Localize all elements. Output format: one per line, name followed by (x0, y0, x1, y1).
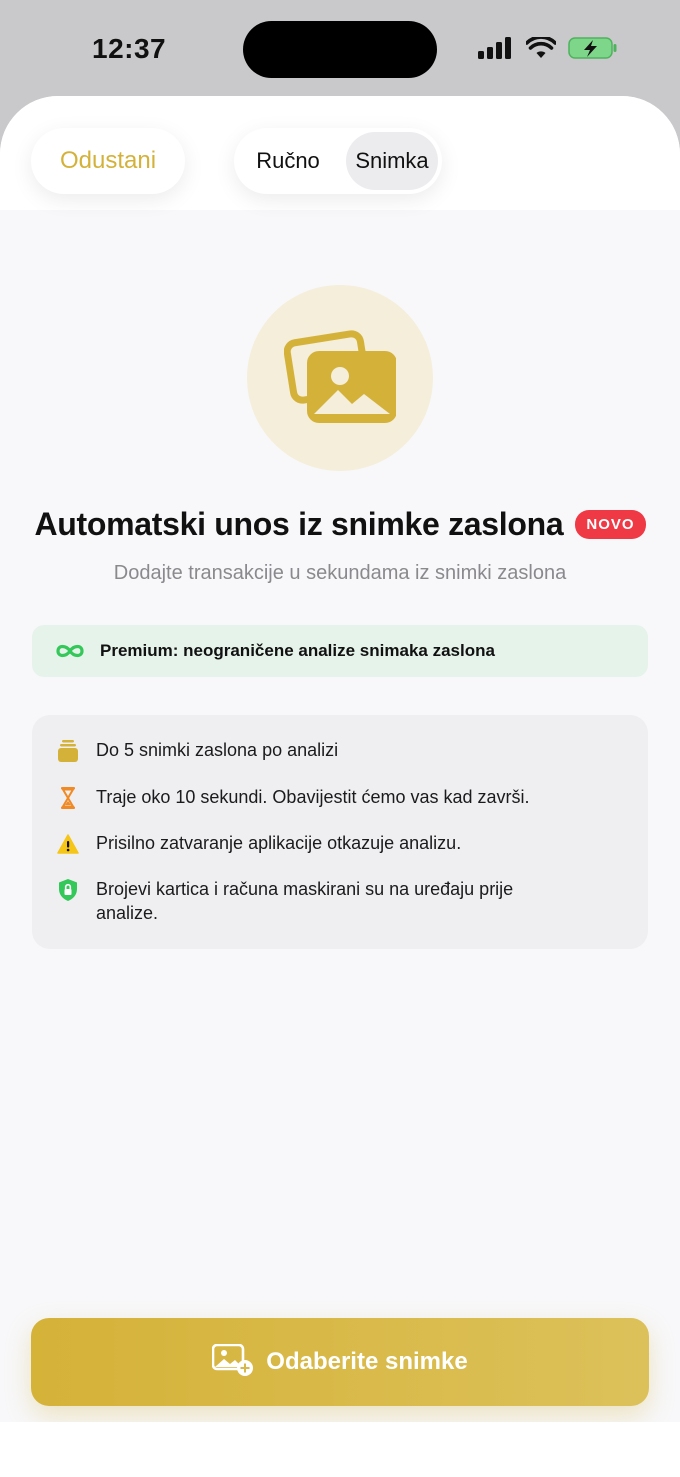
cellular-signal-icon (478, 37, 514, 64)
sheet-header: Odustani Ručno Snimka (0, 96, 680, 210)
info-text: Do 5 snimki zaslona po analizi (96, 740, 339, 760)
bottom-safe-area (0, 1422, 680, 1477)
info-text: Brojevi kartica i računa maskirani su na… (96, 879, 514, 923)
screenshot-import-sheet: Odustani Ručno Snimka Automatski unos iz… (0, 96, 680, 1477)
info-item-warning: Prisilno zatvaranje aplikacije otkazuje … (56, 831, 536, 856)
premium-banner: Premium: neograničene analize snimaka za… (32, 625, 648, 677)
select-screenshots-label: Odaberite snimke (266, 1348, 468, 1375)
warning-icon (56, 832, 80, 856)
info-item-limit: Do 5 snimki zaslona po analizi (56, 738, 536, 763)
premium-text: Premium: neograničene analize snimaka za… (100, 641, 495, 660)
status-icons (478, 35, 618, 65)
info-text: Traje oko 10 sekundi. Obavijestit ćemo v… (96, 787, 530, 807)
dynamic-island (243, 21, 437, 78)
add-photo-icon (211, 1343, 254, 1381)
info-text: Prisilno zatvaranje aplikacije otkazuje … (96, 833, 462, 853)
page-title: Automatski unos iz snimke zaslona (34, 506, 564, 542)
new-badge: NOVO (575, 510, 646, 539)
stack-icon (56, 739, 80, 763)
infinity-icon (54, 642, 86, 660)
info-item-privacy: Brojevi kartica i računa maskirani su na… (56, 877, 536, 925)
mode-segmented-control: Ručno Snimka (234, 128, 442, 194)
segment-manual[interactable]: Ručno (242, 132, 334, 190)
segment-screenshot[interactable]: Snimka (346, 132, 438, 190)
select-screenshots-button[interactable]: Odaberite snimke (31, 1318, 649, 1406)
wifi-icon (525, 35, 557, 64)
hourglass-icon (56, 786, 80, 810)
hero-icon-circle (247, 285, 433, 471)
cancel-button[interactable]: Odustani (31, 128, 185, 194)
page-subtitle: Dodajte transakcije u sekundama iz snimk… (113, 562, 567, 584)
photos-icon (283, 328, 397, 429)
shield-lock-icon (56, 878, 80, 902)
title-row: Automatski unos iz snimke zaslona NOVO (0, 506, 680, 543)
status-time: 12:37 (92, 33, 167, 64)
info-item-duration: Traje oko 10 sekundi. Obavijestit ćemo v… (56, 785, 536, 810)
info-card: Do 5 snimki zaslona po analizi Traje oko… (32, 715, 648, 949)
battery-charging-icon (568, 36, 618, 65)
